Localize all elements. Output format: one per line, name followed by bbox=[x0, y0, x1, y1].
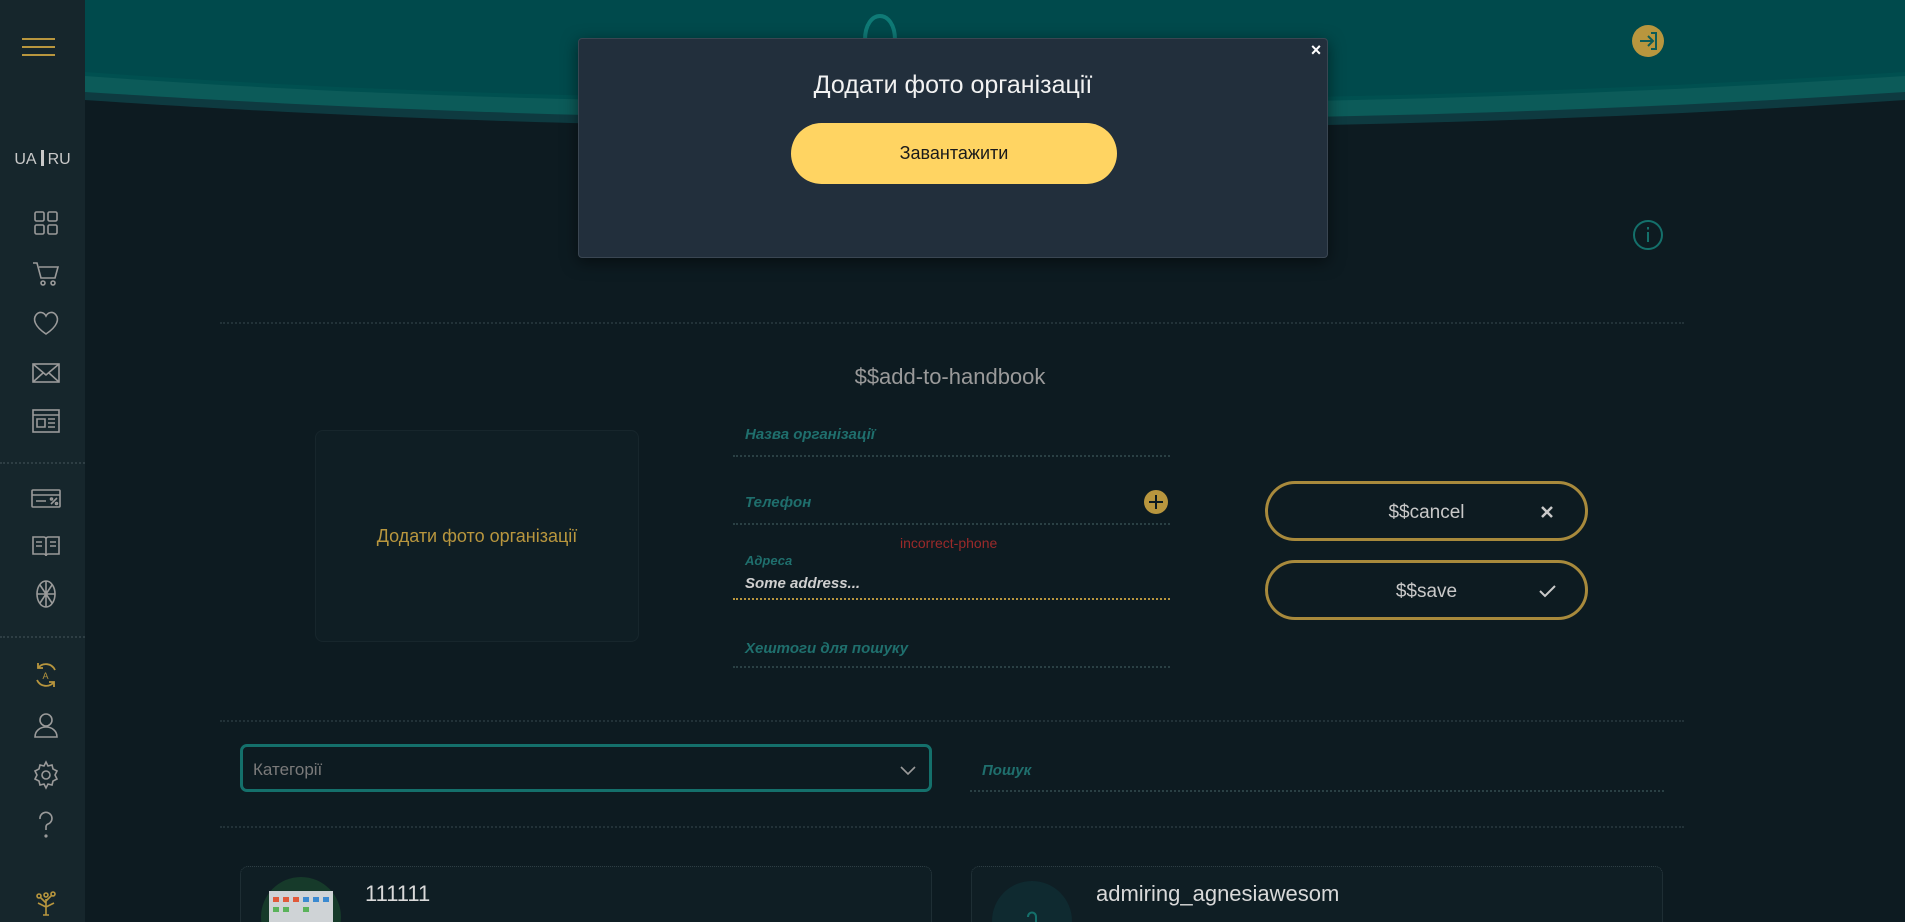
address-value: Some address... bbox=[745, 575, 861, 592]
svg-text:A: A bbox=[43, 671, 49, 681]
categories-placeholder: Категорії bbox=[253, 760, 323, 779]
phone-field[interactable]: Телефон bbox=[733, 490, 1170, 526]
avatar bbox=[992, 881, 1072, 922]
close-icon bbox=[1541, 506, 1553, 518]
add-photo-label: Додати фото організації bbox=[376, 525, 578, 546]
user-icon[interactable] bbox=[30, 709, 62, 741]
upload-label: Завантажити bbox=[899, 143, 1009, 163]
add-photo-modal: Додати фото організації Завантажити × bbox=[578, 38, 1328, 258]
address-label: Адреса bbox=[745, 553, 793, 568]
lang-ua[interactable]: UA bbox=[14, 151, 36, 168]
mail-icon[interactable] bbox=[30, 357, 62, 389]
search-placeholder: Пошук bbox=[982, 762, 1032, 779]
info-icon[interactable] bbox=[1632, 219, 1664, 251]
add-phone-button[interactable] bbox=[1144, 490, 1168, 514]
dashboard-icon[interactable] bbox=[30, 207, 62, 239]
newspaper-icon[interactable] bbox=[30, 405, 62, 437]
cancel-button[interactable]: $$cancel bbox=[1265, 481, 1588, 541]
close-modal-button[interactable]: × bbox=[1305, 39, 1327, 61]
org-name-placeholder: Назва організації bbox=[745, 426, 875, 443]
lang-ru[interactable]: RU bbox=[48, 151, 71, 168]
settings-icon[interactable] bbox=[30, 759, 62, 791]
upload-button[interactable]: Завантажити bbox=[791, 123, 1117, 184]
categories-select[interactable]: Категорії bbox=[240, 744, 932, 792]
menu-icon[interactable] bbox=[22, 38, 55, 58]
list-item[interactable]: 111111 bbox=[240, 866, 932, 922]
discount-card-icon[interactable] bbox=[30, 482, 62, 514]
cart-icon[interactable] bbox=[30, 257, 62, 289]
language-switcher: UA RU bbox=[0, 150, 85, 169]
hashtags-placeholder: Хештоги для пошуку bbox=[745, 640, 909, 657]
card-name: admiring_agnesiawesom bbox=[1096, 881, 1340, 906]
search-input[interactable]: Пошук bbox=[970, 756, 1664, 792]
book-icon[interactable] bbox=[30, 530, 62, 562]
list-item[interactable]: admiring_agnesiawesom bbox=[971, 866, 1663, 922]
login-icon[interactable] bbox=[1631, 24, 1665, 58]
page-title: $$add-to-handbook bbox=[854, 364, 1046, 389]
chevron-down-icon bbox=[900, 766, 916, 776]
tree-icon bbox=[30, 885, 62, 917]
heart-icon[interactable] bbox=[30, 307, 62, 339]
wheel-icon[interactable] bbox=[30, 578, 62, 610]
avatar bbox=[261, 877, 341, 922]
sync-icon[interactable]: A bbox=[30, 659, 62, 691]
add-photo-box[interactable]: Додати фото організації bbox=[315, 430, 639, 642]
modal-title: Додати фото організації bbox=[813, 71, 1093, 99]
address-field[interactable]: Адреса Some address... bbox=[733, 551, 1170, 603]
help-icon[interactable] bbox=[30, 809, 62, 841]
org-name-field[interactable]: Назва організації bbox=[733, 422, 1170, 458]
save-button[interactable]: $$save bbox=[1265, 560, 1588, 620]
sidebar: UA RU A bbox=[0, 0, 85, 922]
check-icon bbox=[1539, 585, 1556, 598]
hashtags-field[interactable]: Хештоги для пошуку bbox=[733, 636, 1170, 672]
phone-error: incorrect-phone bbox=[900, 535, 998, 551]
card-name: 111111 bbox=[365, 881, 431, 906]
phone-placeholder: Телефон bbox=[745, 494, 812, 511]
close-icon: × bbox=[1310, 40, 1322, 60]
